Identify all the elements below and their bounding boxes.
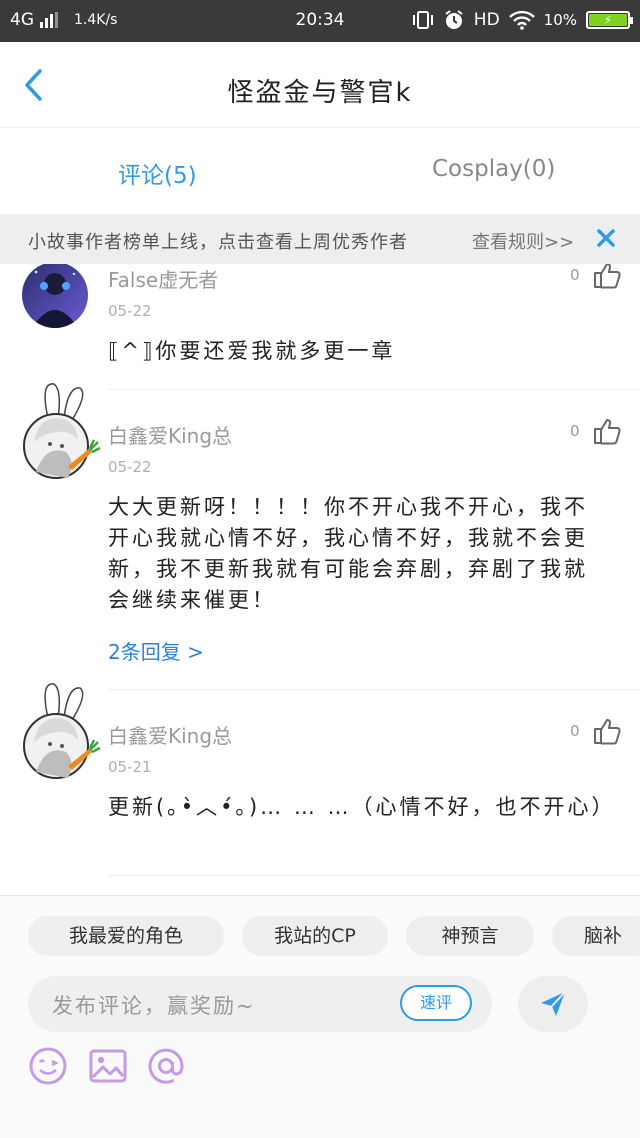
quick-review-button[interactable]: 速评 (400, 985, 472, 1021)
page-title: 怪盗金与警官k (227, 78, 413, 108)
notice-banner[interactable]: 小故事作者榜单上线，点击查看上周优秀作者 查看规则>> (0, 214, 640, 264)
like-count: 0 (570, 422, 580, 440)
send-button[interactable] (518, 976, 588, 1032)
at-icon[interactable] (146, 1046, 186, 1086)
comment-body: 大大更新呀！！！！你不开心我不开心，我不开心我就心情不好，我心情不好，我就不会更… (108, 495, 588, 612)
thumbs-up-icon[interactable] (592, 716, 622, 746)
thumbs-up-icon[interactable] (592, 416, 622, 446)
hd-indicator: HD (473, 10, 500, 30)
comment-input[interactable]: 发布评论，赢奖励~ 速评 (28, 976, 492, 1032)
comment-input-placeholder: 发布评论，赢奖励~ (52, 994, 256, 1018)
alarm-icon (445, 10, 463, 29)
thumbs-up-icon[interactable] (592, 264, 622, 290)
view-rules-link[interactable]: 查看规则>> (472, 228, 574, 254)
comment-username[interactable]: 白鑫爱King总 (108, 420, 232, 449)
tab-bar: 评论(5) Cosplay(0) (0, 128, 640, 214)
tab-comments[interactable]: 评论(5) (118, 156, 197, 190)
emoji-icon[interactable] (28, 1046, 68, 1086)
comment-composer: 我最爱的角色 我站的CP 神预言 脑补 发布评论，赢奖励~ 速评 (0, 895, 640, 1138)
image-icon[interactable] (88, 1046, 128, 1086)
status-right: HD 10% ⚡ (412, 9, 633, 31)
topic-chip[interactable]: 脑补 (552, 916, 640, 956)
battery-icon: ⚡ (586, 11, 633, 29)
header: 怪盗金与警官k (0, 42, 640, 128)
status-bar: 4G 1.4K/s 20:34 HD 10% ⚡ (0, 0, 640, 42)
close-icon[interactable] (595, 226, 617, 250)
vibrate-icon (412, 11, 433, 29)
topic-chip[interactable]: 我站的CP (242, 916, 388, 956)
comment-item: False虚无者 05-22 0 ⟦^⟧你要还爱我就多更一章 (0, 264, 640, 390)
notice-text[interactable]: 小故事作者榜单上线，点击查看上周优秀作者 (28, 228, 408, 254)
avatar[interactable] (18, 382, 102, 486)
comment-item: 白鑫爱King总 05-21 0 更新(｡•̀︿•́｡)… … …（心情不好，也… (0, 683, 640, 876)
topic-chip[interactable]: 我最爱的角色 (28, 916, 224, 956)
battery-percent: 10% (543, 11, 577, 29)
like-count: 0 (570, 722, 580, 740)
comment-list: False虚无者 05-22 0 ⟦^⟧你要还爱我就多更一章 白鑫爱King总 … (0, 264, 640, 894)
comment-body: ⟦^⟧你要还爱我就多更一章 (108, 339, 396, 363)
comment-username[interactable]: 白鑫爱King总 (108, 720, 232, 749)
send-icon (541, 991, 566, 1016)
tab-cosplay[interactable]: Cosplay(0) (432, 156, 555, 182)
avatar[interactable] (22, 264, 88, 328)
comment-date: 05-21 (108, 758, 152, 776)
wifi-icon (508, 10, 535, 30)
avatar[interactable] (18, 682, 102, 786)
like-count: 0 (570, 266, 580, 284)
comment-date: 05-22 (108, 458, 152, 476)
divider (108, 875, 640, 876)
comment-date: 05-22 (108, 302, 152, 320)
view-replies-link[interactable]: 2条回复 > (108, 636, 204, 665)
comment-body: 更新(｡•̀︿•́｡)… … …（心情不好，也不开心） (108, 795, 616, 819)
comment-item: 白鑫爱King总 05-22 0 大大更新呀！！！！你不开心我不开心，我不开心我… (0, 383, 640, 690)
comment-username[interactable]: False虚无者 (108, 264, 218, 293)
topic-chip[interactable]: 神预言 (406, 916, 534, 956)
